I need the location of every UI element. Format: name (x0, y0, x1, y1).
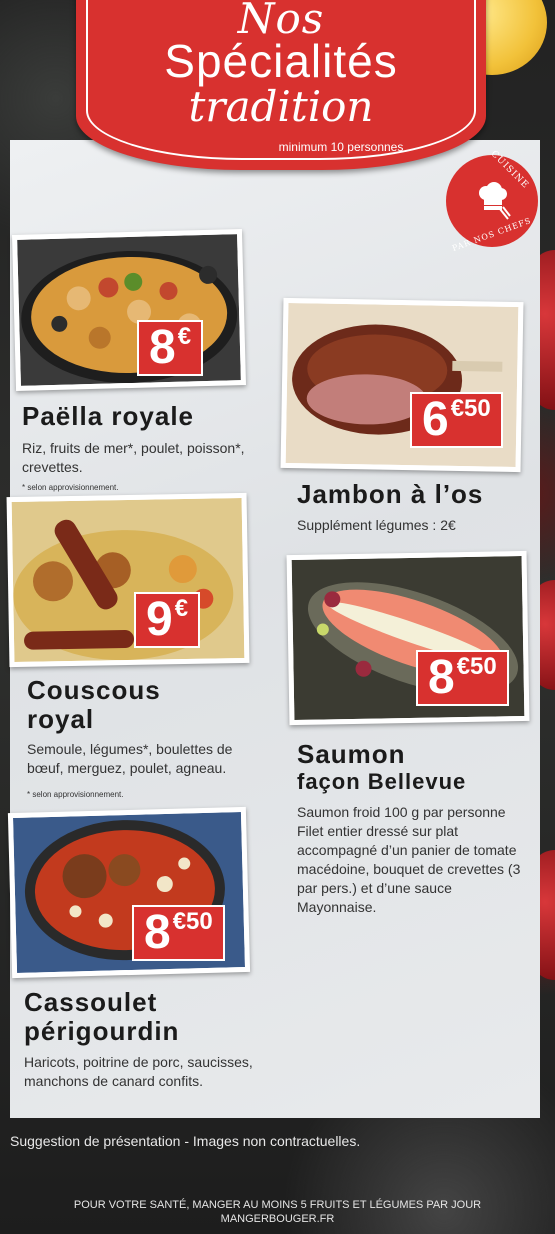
couscous-title: Couscous royal (27, 676, 161, 734)
couscous-title-line2: royal (27, 704, 95, 734)
couscous-price-unit: € (174, 595, 189, 622)
jambon-description: Supplément légumes : 2€ (297, 517, 456, 533)
paella-price-unit: € (177, 323, 192, 350)
saumon-description: Saumon froid 100 g par personne Filet en… (297, 804, 521, 915)
couscous-photo (6, 492, 250, 668)
saumon-price: 8 (428, 651, 455, 704)
header-subtitle: minimum 10 personnes (278, 140, 404, 154)
cassoulet-title-line1: Cassoulet (24, 987, 158, 1017)
saumon-title: Saumon façon Bellevue (297, 740, 466, 795)
health-notice: POUR VOTRE SANTÉ, MANGER AU MOINS 5 FRUI… (0, 1198, 555, 1226)
paella-price: 8 (149, 321, 176, 374)
cassoulet-price-tag: 8 €50 (132, 905, 225, 961)
health-line-2: MANGERBOUGER.FR (220, 1213, 335, 1225)
health-line-1: POUR VOTRE SANTÉ, MANGER AU MOINS 5 FRUI… (73, 1199, 482, 1211)
chef-hat-icon (479, 182, 511, 220)
saumon-price-unit: €50 (456, 653, 497, 680)
couscous-description: Semoule, légumes*, boulettes de bœuf, me… (27, 741, 233, 776)
header-line-3: tradition (188, 82, 374, 131)
paella-title: Paëlla royale (22, 401, 194, 431)
cassoulet-price: 8 (144, 906, 171, 959)
couscous-image (11, 498, 245, 662)
cassoulet-title-line2: périgourdin (24, 1016, 180, 1046)
paella-photo (11, 229, 247, 391)
paella-note: * selon approvisionnement. (22, 483, 119, 492)
paella-image (17, 234, 241, 386)
couscous-price-tag: 9 € (134, 592, 201, 648)
paella-description: Riz, fruits de mer*, poulet, poisson*, c… (22, 440, 245, 475)
jambon-price-unit: €50 (450, 395, 491, 422)
jambon-price-tag: 6 €50 (410, 392, 503, 448)
saumon-title-line1: Saumon (297, 739, 406, 769)
cassoulet-price-unit: €50 (172, 908, 213, 935)
couscous-title-line1: Couscous (27, 675, 161, 705)
couscous-price: 9 (146, 593, 173, 646)
header-title: Spécialités (164, 35, 398, 87)
couscous-note: * selon approvisionnement. (27, 790, 124, 799)
suggestion-note: Suggestion de présentation - Images non … (10, 1133, 361, 1149)
cassoulet-description: Haricots, poitrine de porc, saucisses, m… (24, 1054, 253, 1089)
header-banner: Nos Spécialités tradition minimum 10 per… (76, 0, 486, 170)
saumon-price-tag: 8 €50 (416, 650, 509, 706)
cassoulet-title: Cassoulet périgourdin (24, 988, 179, 1046)
saumon-title-line2: façon Bellevue (297, 769, 467, 794)
chef-badge: CUISINE PAR NOS CHEFS (446, 149, 538, 253)
jambon-title: Jambon à l’os (297, 479, 484, 509)
paella-price-tag: 8 € (137, 320, 204, 376)
jambon-price: 6 (422, 393, 449, 446)
